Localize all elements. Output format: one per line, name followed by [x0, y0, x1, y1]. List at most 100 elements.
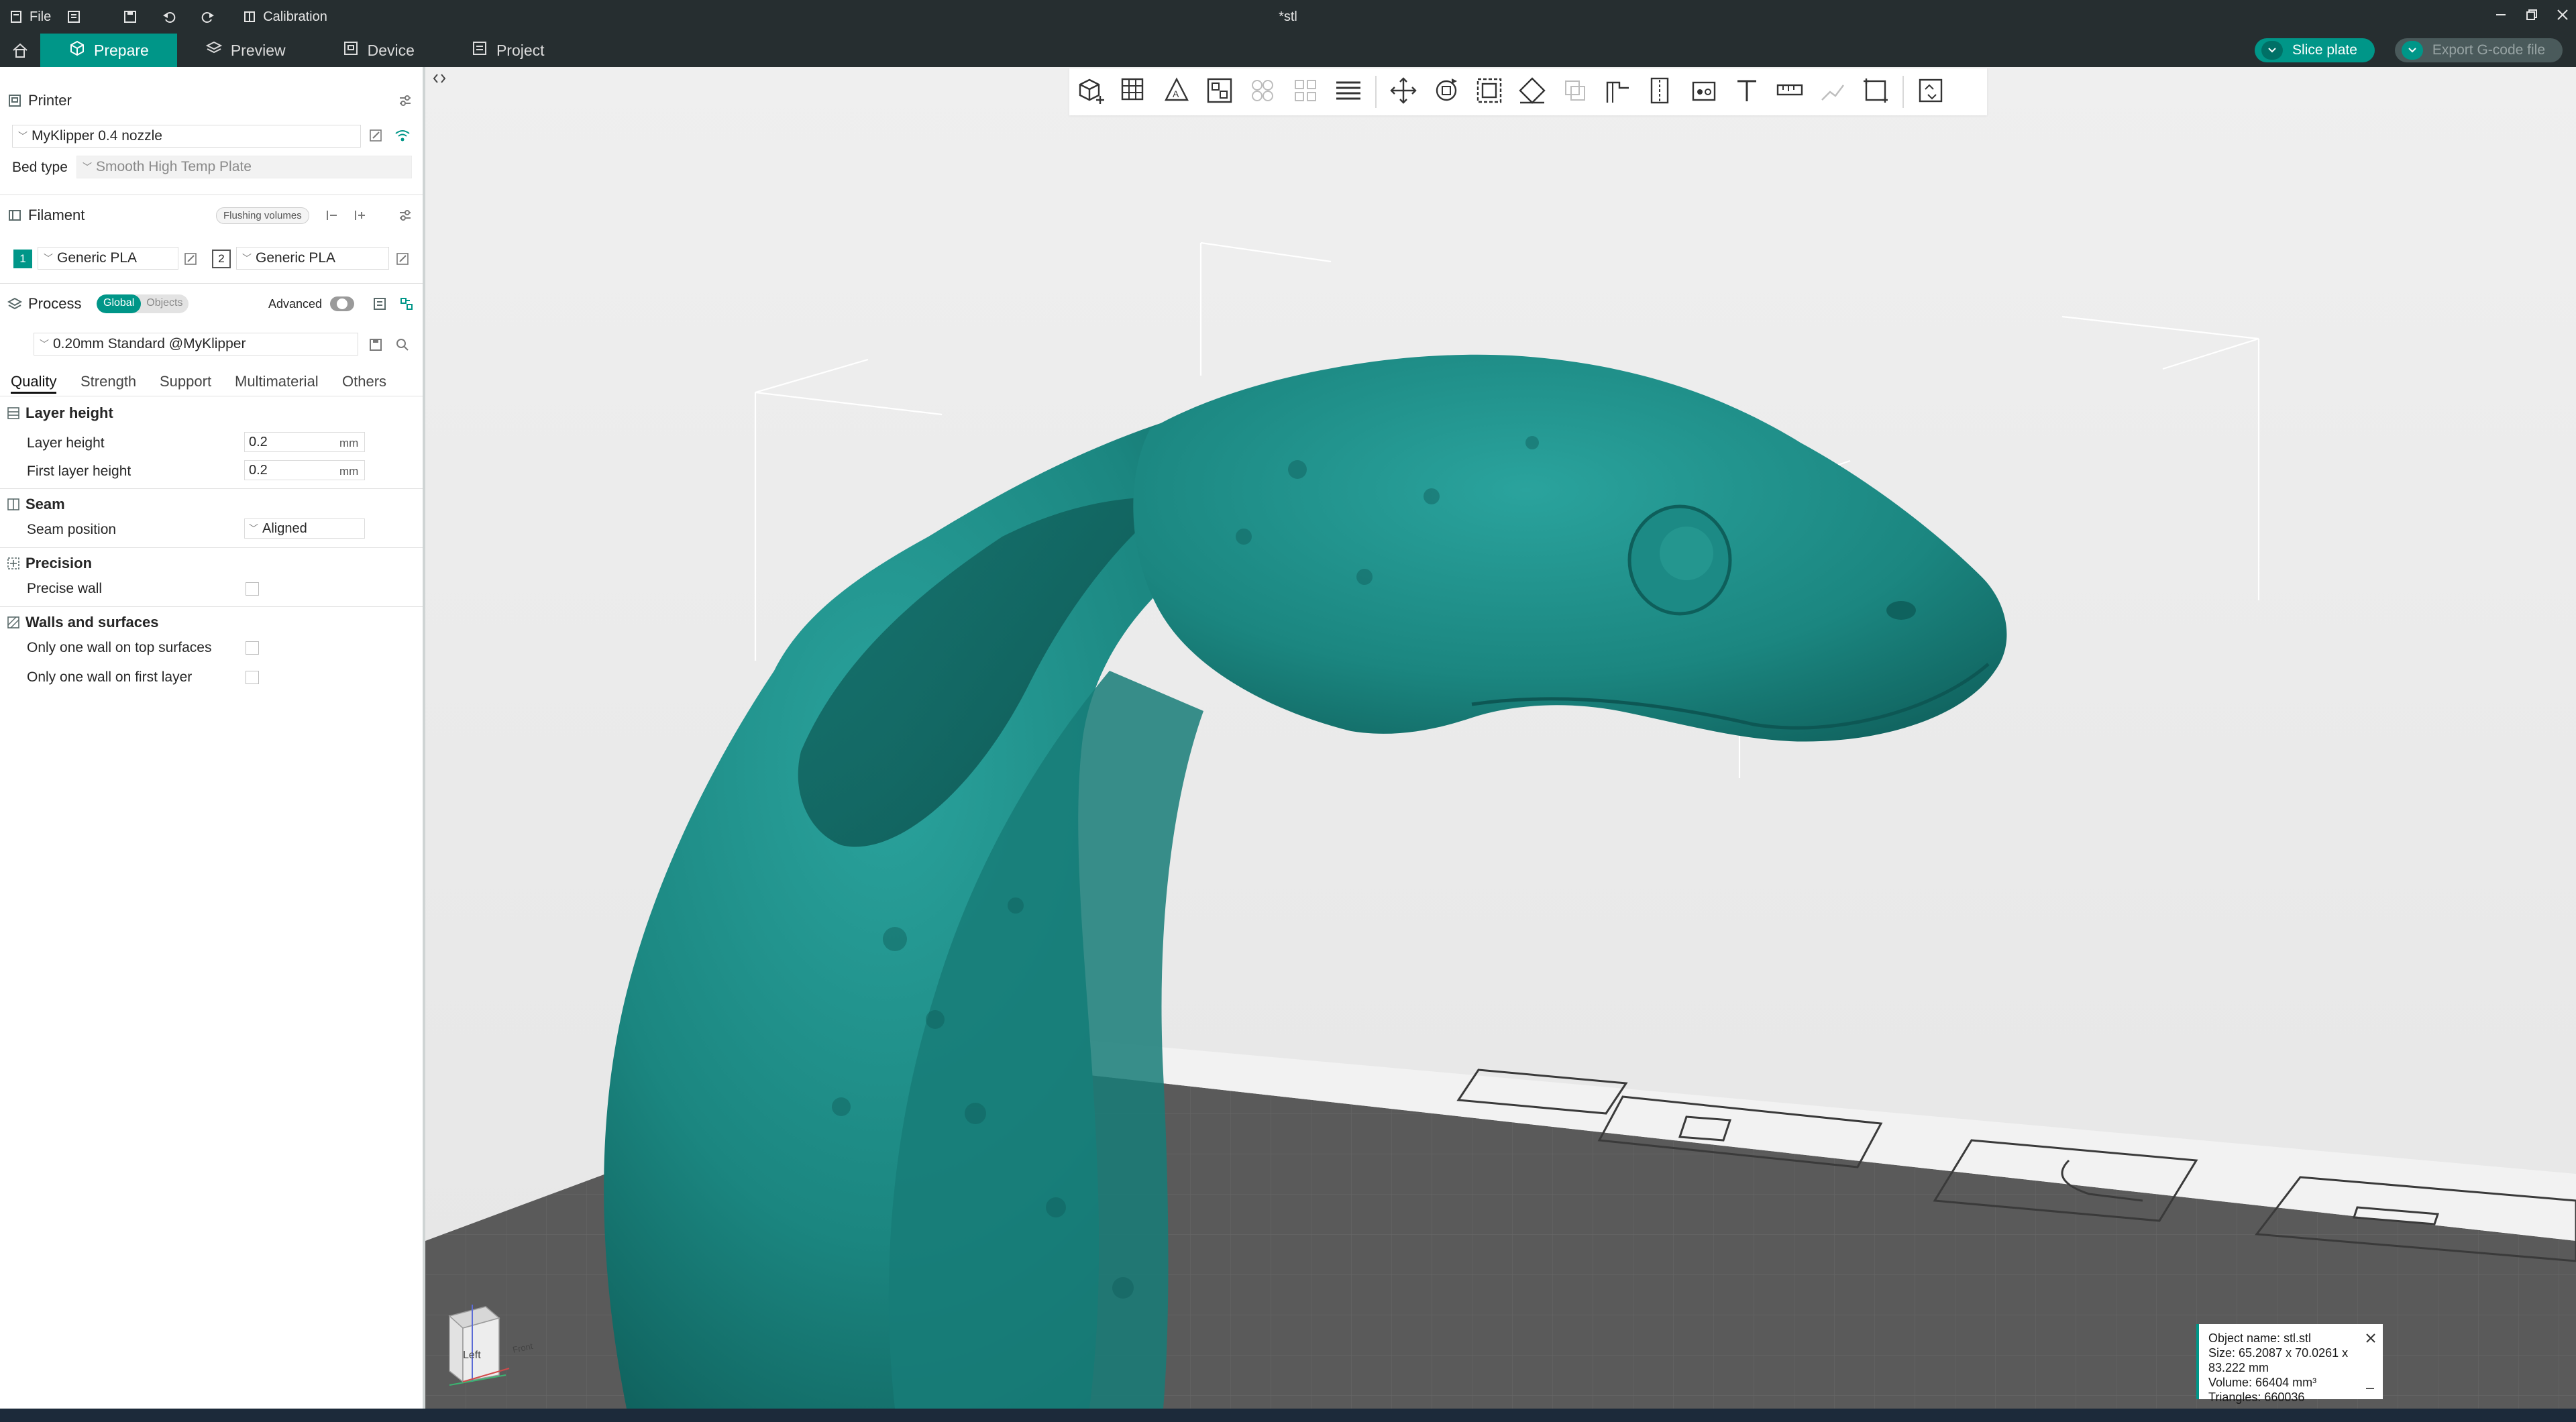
global-objects-toggle[interactable]: Global Objects — [97, 294, 189, 313]
layers-editing-tool[interactable] — [1327, 68, 1370, 115]
rotate-icon — [1432, 76, 1461, 109]
objects-toggle[interactable]: Objects — [141, 294, 188, 313]
os-taskbar — [0, 1409, 2576, 1422]
text-tool[interactable] — [1725, 68, 1768, 115]
export-gcode-button[interactable]: Export G-code file — [2394, 38, 2563, 62]
split-parts-icon — [1291, 76, 1320, 109]
process-preset-select[interactable]: ﹀ 0.20mm Standard @MyKlipper — [34, 333, 358, 356]
text-icon — [1732, 76, 1762, 109]
chevron-down-icon: ﹀ — [18, 131, 28, 142]
subtab-quality[interactable]: Quality — [11, 373, 57, 394]
seam-painting-tool[interactable] — [1640, 68, 1682, 115]
subtab-others[interactable]: Others — [342, 373, 386, 390]
export-gcode-label: Export G-code file — [2432, 42, 2545, 58]
precise-wall-checkbox[interactable] — [246, 582, 259, 596]
home-icon[interactable] — [0, 34, 40, 67]
device-icon — [342, 40, 360, 61]
global-toggle[interactable]: Global — [97, 294, 142, 313]
add-object-tool[interactable] — [1069, 68, 1112, 115]
compare-icon[interactable] — [370, 294, 389, 313]
tab-label: Preview — [230, 41, 286, 59]
minimize-icon[interactable] — [2365, 1379, 2375, 1394]
chevron-down-icon: ﹀ — [44, 253, 53, 264]
add-plate-tool[interactable] — [1112, 68, 1155, 115]
subtab-strength[interactable]: Strength — [80, 373, 136, 390]
add-filament-icon[interactable] — [350, 206, 369, 225]
filament-slot-index[interactable]: 1 — [13, 250, 32, 268]
cube-icon — [68, 40, 86, 61]
rotate-tool[interactable] — [1425, 68, 1468, 115]
tab-device[interactable]: Device — [314, 34, 443, 67]
object-size-line: Size: 65.2087 x 70.0261 x 83.222 mm — [2208, 1346, 2349, 1374]
auto-orient-tool[interactable]: A — [1155, 68, 1198, 115]
group-title: Seam — [25, 496, 65, 512]
tab-project[interactable]: Project — [443, 34, 573, 67]
measure-tool[interactable] — [1768, 68, 1811, 115]
tab-preview[interactable]: Preview — [177, 34, 314, 67]
assembly-tool[interactable] — [1811, 68, 1854, 115]
explode-view-tool[interactable] — [1909, 68, 1952, 115]
bed-type-select[interactable]: ﹀ Smooth High Temp Plate — [76, 156, 412, 178]
filament-select-2[interactable]: ﹀ Generic PLA — [236, 247, 389, 270]
layer-height-group: Layer height — [0, 400, 423, 427]
mmu-painting-tool[interactable] — [1682, 68, 1725, 115]
one-wall-first-checkbox[interactable] — [246, 671, 259, 684]
support-painting-tool[interactable] — [1597, 68, 1640, 115]
slice-plate-label: Slice plate — [2292, 42, 2357, 58]
scene-canvas[interactable] — [425, 67, 2576, 1409]
settings-tree-icon[interactable] — [397, 294, 416, 313]
filament-slot-index[interactable]: 2 — [212, 250, 231, 268]
scale-tool[interactable] — [1468, 68, 1511, 115]
tab-prepare[interactable]: Prepare — [40, 34, 177, 67]
minimize-icon[interactable] — [2494, 8, 2508, 25]
tab-label: Project — [496, 41, 545, 59]
group-title: Walls and surfaces — [25, 614, 159, 631]
close-icon[interactable] — [2556, 8, 2569, 25]
edit-icon[interactable] — [393, 250, 412, 268]
calibration-menu[interactable]: Calibration — [233, 0, 335, 34]
printer-select[interactable]: ﹀ MyKlipper 0.4 nozzle — [12, 125, 361, 148]
redo-icon[interactable] — [200, 9, 216, 25]
group-title: Layer height — [25, 404, 113, 421]
edit-icon[interactable] — [366, 126, 385, 145]
chevron-down-icon: ﹀ — [249, 523, 258, 534]
split-parts-tool[interactable] — [1284, 68, 1327, 115]
restore-icon[interactable] — [2525, 8, 2538, 25]
undo-icon[interactable] — [161, 9, 177, 25]
precise-wall-label: Precise wall — [27, 581, 103, 596]
lay-on-face-tool[interactable] — [1511, 68, 1554, 115]
precision-group: Precision — [0, 550, 423, 577]
subtab-multimaterial[interactable]: Multimaterial — [235, 373, 319, 390]
fit-view-tool[interactable] — [1854, 68, 1897, 115]
wifi-icon[interactable] — [393, 126, 412, 145]
flushing-volumes-button[interactable]: Flushing volumes — [216, 207, 309, 224]
printer-section-title: Printer — [28, 92, 72, 109]
object-volume-line: Volume: 66404 mm³ — [2208, 1376, 2317, 1389]
close-icon[interactable] — [2365, 1332, 2376, 1347]
window-title: *stl — [1279, 9, 1297, 24]
3d-viewport[interactable]: Left Front — [425, 67, 2576, 1409]
split-objects-tool[interactable] — [1241, 68, 1284, 115]
arrange-tool[interactable] — [1198, 68, 1241, 115]
search-icon[interactable] — [393, 335, 412, 354]
advanced-toggle[interactable] — [330, 296, 354, 311]
orient-icon: A — [1162, 76, 1191, 109]
remove-filament-icon[interactable] — [322, 206, 341, 225]
filament-select-1[interactable]: ﹀ Generic PLA — [38, 247, 178, 270]
sliders-icon[interactable] — [396, 91, 415, 110]
collapse-sidebar-button[interactable] — [429, 70, 449, 90]
printer-select-value: MyKlipper 0.4 nozzle — [32, 128, 162, 144]
file-menu[interactable]: File — [0, 0, 59, 34]
cut-tool[interactable] — [1554, 68, 1597, 115]
one-wall-top-checkbox[interactable] — [246, 641, 259, 655]
slice-plate-button[interactable]: Slice plate — [2255, 38, 2375, 62]
seam-position-select[interactable]: ﹀ Aligned — [244, 518, 365, 539]
subtab-support[interactable]: Support — [160, 373, 211, 390]
edit-icon[interactable] — [181, 250, 200, 268]
process-section-header: Process Global Objects Advanced — [0, 290, 423, 318]
move-tool[interactable] — [1382, 68, 1425, 115]
dropdown-menu-icon[interactable] — [66, 9, 82, 25]
save-icon[interactable] — [122, 9, 138, 25]
sliders-icon[interactable] — [396, 206, 415, 225]
save-preset-icon[interactable] — [366, 335, 385, 354]
